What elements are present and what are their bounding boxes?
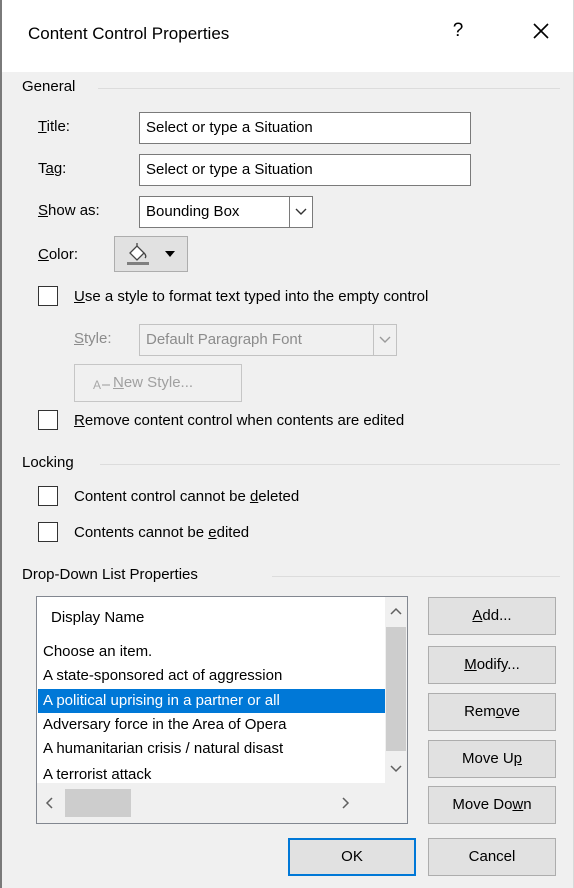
caret-down-icon — [165, 251, 175, 257]
scroll-right-button[interactable] — [333, 783, 359, 823]
list-item[interactable]: Choose an item. — [43, 640, 383, 664]
list-item-selected[interactable]: A political uprising in a partner or all — [38, 689, 385, 713]
paint-bucket-icon — [127, 243, 149, 265]
color-label: Color: — [38, 246, 79, 263]
vertical-scroll-thumb[interactable] — [386, 627, 406, 751]
title-label: Title: — [38, 118, 70, 135]
modify-button[interactable]: Modify... — [428, 646, 556, 684]
show-as-value: Bounding Box — [146, 203, 240, 220]
locking-section-divider — [100, 464, 560, 465]
scrollbar-corner — [385, 783, 407, 823]
list-item[interactable]: A humanitarian crisis / natural disast — [43, 737, 383, 761]
add-button[interactable]: Add... — [428, 597, 556, 635]
use-style-label: Use a style to format text typed into th… — [74, 288, 429, 305]
horizontal-scroll-thumb[interactable] — [65, 789, 131, 817]
cannot-delete-label: Content control cannot be deleted — [74, 488, 300, 505]
dropdown-items-list[interactable]: Display Name Choose an item. A state-spo… — [36, 596, 408, 824]
new-style-label: New Style... — [113, 374, 194, 391]
move-down-button[interactable]: Move Down — [428, 786, 556, 824]
list-item[interactable]: Adversary force in the Area of Opera — [43, 713, 383, 737]
move-up-button[interactable]: Move Up — [428, 740, 556, 778]
cannot-delete-checkbox[interactable] — [38, 486, 58, 506]
locking-section-title: Locking — [22, 454, 74, 471]
scroll-left-button[interactable] — [37, 783, 63, 823]
use-style-checkbox[interactable] — [38, 286, 58, 306]
title-field[interactable]: Select or type a Situation — [139, 112, 471, 144]
window-left-border — [0, 0, 2, 888]
content-control-properties-dialog: Content Control Properties ? General Tit… — [0, 0, 574, 888]
dropdown-section-divider — [272, 576, 560, 577]
new-style-button[interactable]: A New Style... — [74, 364, 242, 402]
tag-label: Tag: — [38, 160, 67, 177]
display-name-column-header: Display Name — [51, 609, 145, 626]
close-button[interactable] — [526, 16, 556, 46]
dialog-title: Content Control Properties — [28, 24, 230, 43]
remove-content-control-label: Remove content control when contents are… — [74, 412, 405, 429]
help-button[interactable]: ? — [448, 20, 468, 42]
close-icon — [533, 23, 549, 39]
ok-button[interactable]: OK — [288, 838, 416, 876]
svg-text:A: A — [93, 378, 101, 391]
remove-content-control-checkbox[interactable] — [38, 410, 58, 430]
show-as-select[interactable]: Bounding Box — [139, 196, 313, 228]
cannot-edit-checkbox[interactable] — [38, 522, 58, 542]
scroll-down-button[interactable] — [385, 755, 407, 783]
chevron-down-icon — [289, 197, 312, 227]
style-value: Default Paragraph Font — [146, 331, 302, 348]
list-item[interactable]: A state-sponsored act of aggression — [43, 664, 383, 688]
remove-button[interactable]: Remove — [428, 693, 556, 731]
general-section-divider — [98, 88, 560, 89]
list-item[interactable]: A terrorist attack — [43, 763, 383, 779]
dropdown-section-title: Drop-Down List Properties — [22, 566, 198, 583]
style-select[interactable]: Default Paragraph Font — [139, 324, 397, 356]
chevron-down-icon — [390, 765, 402, 773]
new-style-icon: A — [93, 378, 110, 391]
chevron-down-icon — [373, 325, 396, 355]
chevron-left-icon — [45, 797, 53, 809]
scroll-up-button[interactable] — [385, 597, 407, 625]
vertical-scrollbar[interactable] — [385, 597, 407, 783]
cannot-edit-label: Contents cannot be edited — [74, 524, 250, 541]
color-picker-button[interactable] — [114, 236, 188, 272]
style-label: Style: — [74, 330, 112, 347]
horizontal-scrollbar[interactable] — [37, 783, 385, 823]
general-section-title: General — [22, 78, 76, 95]
cancel-button[interactable]: Cancel — [428, 838, 556, 876]
chevron-up-icon — [390, 607, 402, 615]
chevron-right-icon — [342, 797, 350, 809]
tag-field[interactable]: Select or type a Situation — [139, 154, 471, 186]
show-as-label: Show as: — [38, 202, 100, 219]
